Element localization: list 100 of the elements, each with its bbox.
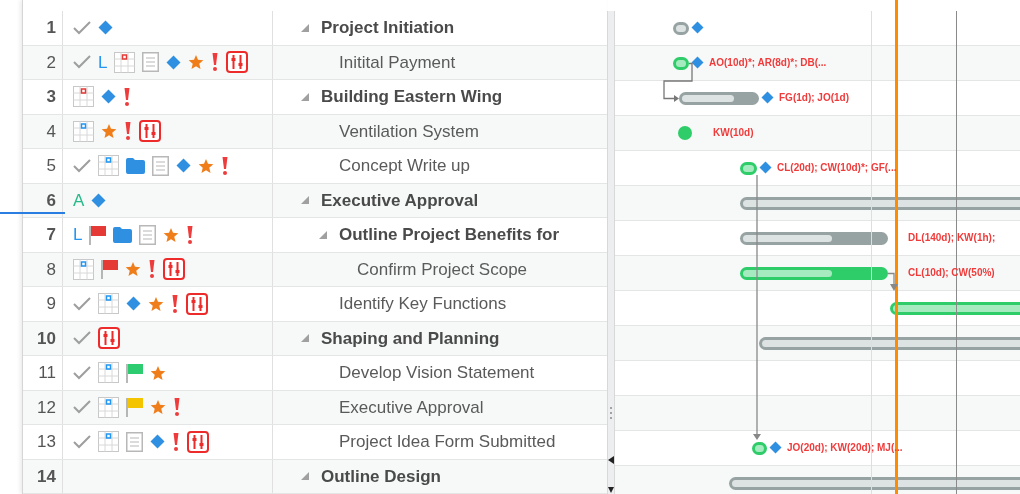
assignment-label: DL(140d); KW(1h);: [908, 233, 996, 243]
letter-indicator: L: [98, 53, 108, 71]
flag-icon: [101, 259, 118, 280]
task-name: Building Eastern Wing: [321, 86, 503, 108]
row-number: 5: [46, 155, 56, 177]
exclamation-icon: [123, 86, 131, 107]
task-name: Outline Project Benefits for: [339, 224, 560, 246]
table-row[interactable]: 6 A Executive Approval: [23, 183, 607, 218]
table-row[interactable]: 11 Develop Vision Statement: [23, 356, 607, 391]
assignment-label: KW(10d): [713, 128, 754, 138]
constraint-icon: [226, 51, 249, 74]
collapse-triangle-icon[interactable]: [301, 196, 309, 205]
collapse-triangle-icon[interactable]: [301, 23, 309, 32]
collapse-triangle-icon[interactable]: [319, 230, 327, 239]
collapse-triangle-icon[interactable]: [301, 334, 309, 343]
task-name: Confirm Project Scope: [357, 258, 528, 281]
task-name: Develop Vision Statement: [339, 362, 535, 384]
task-name: Initital Payment: [339, 51, 456, 74]
grid-icon: [114, 51, 136, 73]
triangle-left-icon[interactable]: [608, 456, 614, 464]
table-row[interactable]: 8 Confirm Project Scope: [23, 252, 607, 287]
row-number: 10: [37, 327, 56, 350]
checkmark-icon: [73, 400, 91, 415]
constraint-icon: [163, 258, 185, 281]
checkmark-icon: [73, 20, 91, 35]
task-bar[interactable]: [752, 442, 767, 455]
star-icon: [150, 399, 166, 416]
collapse-triangle-icon[interactable]: [301, 472, 309, 481]
exclamation-icon: [171, 293, 179, 314]
table-row[interactable]: 10 Shaping and Planning: [23, 321, 607, 356]
grid-icon: [73, 120, 94, 142]
checkmark-icon: [73, 158, 91, 173]
star-icon: [125, 261, 141, 278]
flag-icon: [89, 224, 107, 245]
table-row[interactable]: 7 L Outline Project Benefits for: [23, 218, 607, 253]
drop-indicator-line: [0, 212, 65, 214]
exclamation-icon: [186, 224, 195, 245]
summary-bar[interactable]: [673, 22, 689, 35]
notes-icon: [152, 155, 169, 176]
row-number: 13: [37, 431, 56, 453]
flag-icon: [126, 362, 143, 383]
collapse-triangle-icon[interactable]: [301, 92, 309, 101]
grip-icon: [609, 406, 613, 422]
grid-icon: [73, 86, 94, 108]
task-name: Ventilation System: [339, 120, 479, 143]
summary-bar[interactable]: [740, 232, 888, 245]
star-icon: [198, 157, 214, 174]
assignment-label: AO(10d)*; AR(8d)*; DB(...: [709, 58, 827, 68]
row-number: 12: [37, 396, 56, 419]
checkmark-icon: [73, 296, 91, 311]
letter-indicator: A: [73, 191, 85, 209]
notes-icon: [139, 224, 157, 245]
row-number: 4: [46, 120, 56, 143]
table-row[interactable]: 2 L Initital Payment: [23, 45, 607, 80]
diamond-icon: [126, 296, 141, 312]
task-bar[interactable]: [740, 267, 888, 280]
task-bar[interactable]: [740, 162, 757, 175]
star-icon: [148, 295, 164, 312]
star-icon: [188, 54, 205, 71]
grid-icon: [98, 362, 119, 384]
table-row[interactable]: 12 Executive Approval: [23, 390, 607, 425]
table-row[interactable]: 3 Building Eastern Wing: [23, 80, 607, 115]
table-row[interactable]: 14 Outline Design: [23, 459, 607, 494]
checkmark-icon: [73, 55, 91, 70]
row-number: 6: [46, 189, 56, 212]
exclamation-icon: [148, 259, 156, 280]
constraint-icon: [186, 292, 208, 315]
folder-icon: [126, 157, 145, 174]
table-row[interactable]: 9 Identify Key Functions: [23, 287, 607, 322]
diamond-icon: [150, 434, 165, 450]
diamond-icon: [98, 20, 113, 36]
table-row[interactable]: 1 Project Initiation: [23, 11, 607, 46]
task-name: Identify Key Functions: [339, 293, 507, 315]
task-name: Project Idea Form Submitted: [339, 431, 556, 453]
checkmark-icon: [73, 434, 91, 449]
diamond-icon: [166, 54, 182, 70]
star-icon: [101, 123, 117, 140]
exclamation-icon: [172, 431, 180, 452]
grid-icon: [98, 155, 119, 177]
notes-icon: [126, 431, 143, 452]
checkmark-icon: [73, 331, 91, 346]
diamond-icon: [101, 89, 116, 105]
task-bar[interactable]: [673, 57, 689, 70]
summary-bar[interactable]: [679, 92, 759, 105]
grid-icon: [98, 396, 119, 418]
exclamation-icon: [124, 121, 132, 142]
dependency-arrow: [887, 272, 898, 291]
exclamation-icon: [173, 397, 181, 418]
table-row[interactable]: 4 Ventilation System: [23, 114, 607, 149]
dependency-arrow: [663, 62, 693, 102]
row-number: 11: [38, 362, 56, 384]
assignment-label: FG(1d); JO(1d): [779, 93, 849, 103]
grid-icon: [98, 293, 119, 315]
table-row[interactable]: 13 Project Idea Form Submitted: [23, 425, 607, 460]
row-number: 3: [46, 86, 56, 108]
constraint-icon: [139, 120, 161, 143]
letter-indicator: L: [73, 226, 83, 244]
constraint-icon: [187, 430, 209, 453]
triangle-down-icon[interactable]: [608, 487, 614, 493]
table-row[interactable]: 5 Concept Write up: [23, 149, 607, 184]
